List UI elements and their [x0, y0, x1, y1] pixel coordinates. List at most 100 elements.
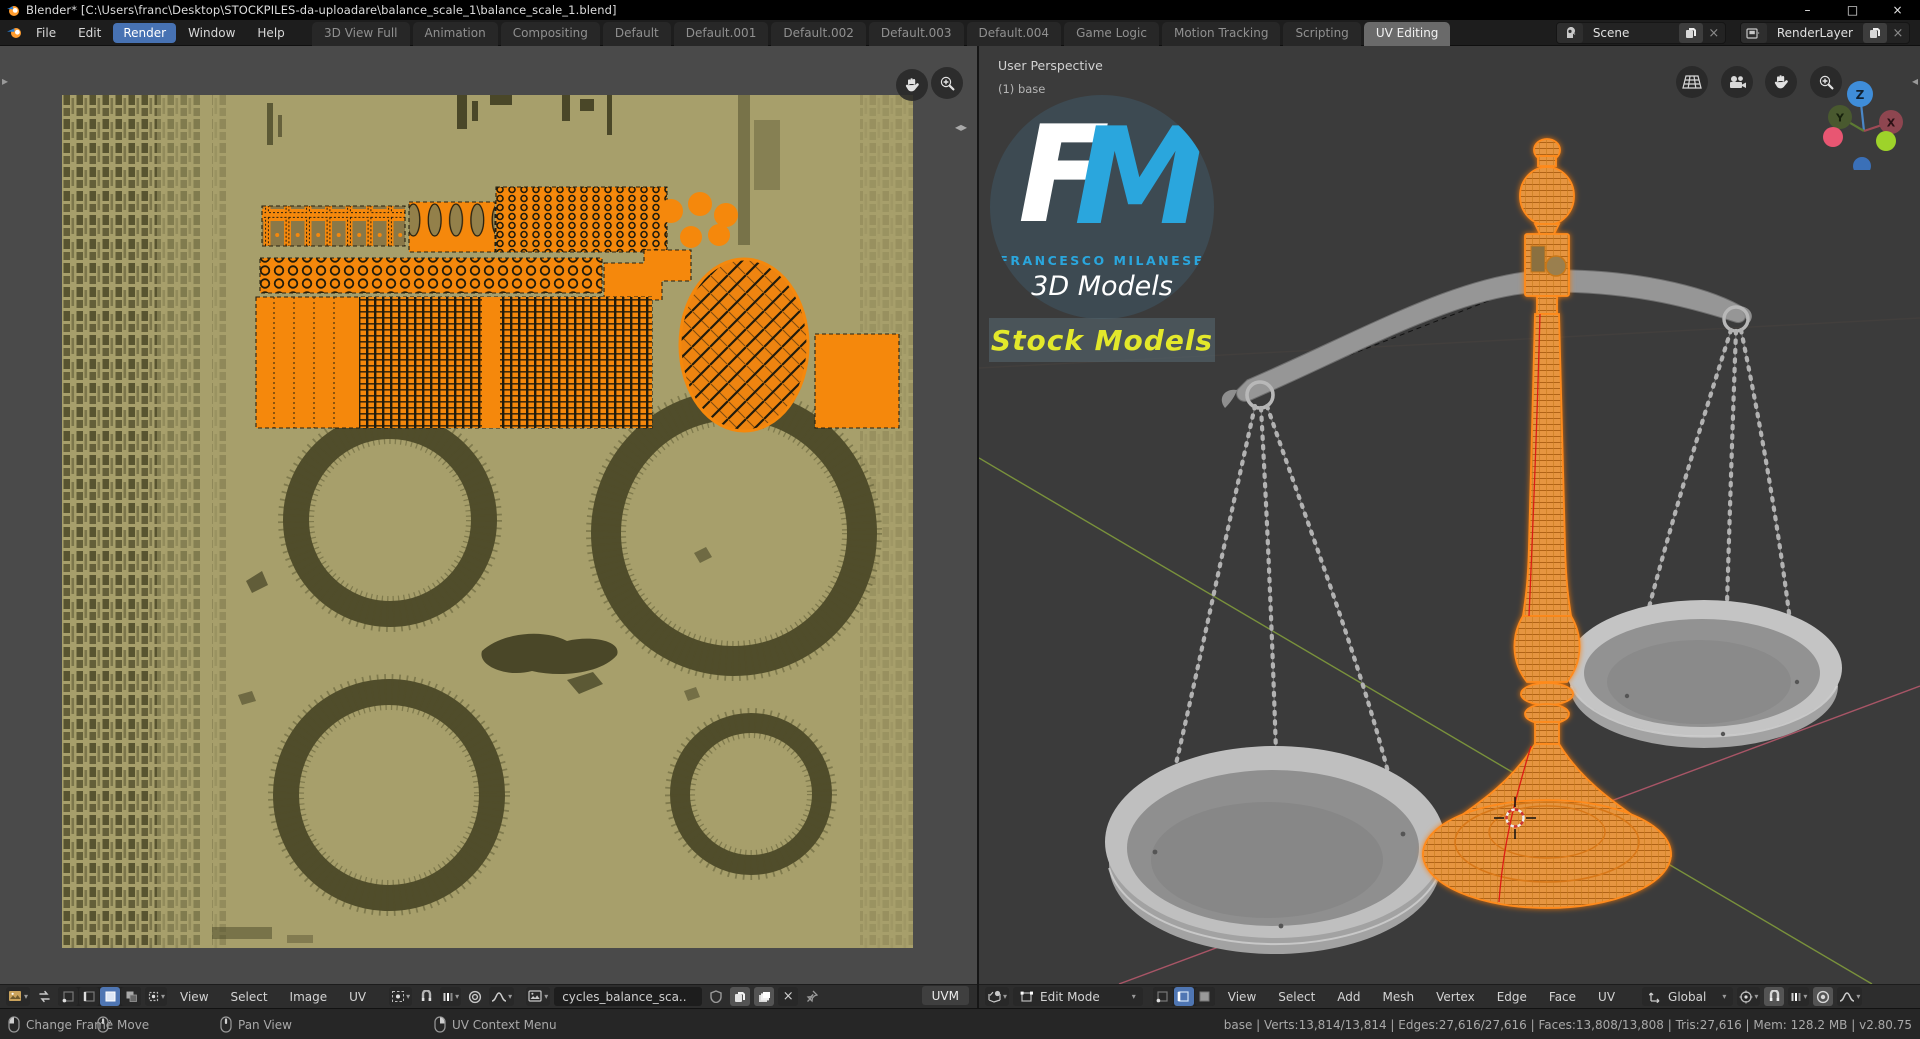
close-button[interactable]: × [1875, 0, 1920, 20]
mouse-middle-icon [97, 1016, 111, 1033]
view-menu-select[interactable]: Select [1269, 988, 1324, 1006]
scene-icon[interactable] [1556, 23, 1583, 43]
maximize-button[interactable]: □ [1830, 0, 1875, 20]
zoom-view-button[interactable] [931, 67, 963, 99]
gizmo-y-neg[interactable] [1876, 131, 1896, 151]
uv-map-name-tag[interactable]: UVM [921, 986, 969, 1005]
window-title: Blender* [C:\Users\franc\Desktop\STOCKPI… [26, 3, 617, 17]
uv-image[interactable] [62, 95, 913, 948]
uv-island-select-button[interactable] [121, 987, 142, 1006]
tab-default-001[interactable]: Default.001 [673, 22, 769, 46]
tab-default-004[interactable]: Default.004 [966, 22, 1062, 46]
tab-compositing[interactable]: Compositing [500, 22, 600, 46]
left-pan[interactable] [1105, 746, 1445, 954]
menu-render[interactable]: Render [113, 23, 177, 43]
render-layer-icon[interactable] [1740, 23, 1767, 43]
tab-default-003[interactable]: Default.003 [868, 22, 964, 46]
view-menu-face[interactable]: Face [1540, 988, 1585, 1006]
menu-help[interactable]: Help [247, 23, 294, 43]
proportional-edit-toggle[interactable] [1813, 987, 1834, 1006]
vertex-select-button[interactable] [1152, 987, 1173, 1006]
uv-editor-type-button[interactable]: ▾ [6, 987, 31, 1006]
blender-menu-icon[interactable] [6, 26, 24, 40]
uv-menu-select[interactable]: Select [222, 988, 277, 1006]
pack-image-button[interactable] [754, 987, 775, 1006]
uv-vertex-select-button[interactable] [58, 987, 79, 1006]
render-layer-name[interactable]: RenderLayer [1767, 26, 1863, 40]
pivot-point-dropdown[interactable]: ▾ [1737, 987, 1761, 1006]
tab-default[interactable]: Default [602, 22, 671, 46]
uv-falloff-dropdown[interactable]: ▾ [489, 987, 515, 1006]
snap-target-dropdown[interactable]: ▾ [1788, 987, 1810, 1006]
menu-window[interactable]: Window [178, 23, 245, 43]
render-layer-unlink-icon[interactable]: × [1887, 26, 1909, 41]
stock-models-badge: Stock Models [989, 318, 1215, 362]
pane-expand-arrow-right[interactable]: ◂ [1912, 74, 1918, 88]
fake-user-shield-button[interactable] [706, 987, 726, 1006]
pane-expand-arrow-left[interactable]: ▸ [2, 74, 8, 88]
image-name-field[interactable]: cycles_balance_sca.. [554, 987, 703, 1006]
right-pan[interactable] [1566, 600, 1842, 748]
pin-image-button[interactable] [802, 987, 822, 1006]
scene-unlink-icon[interactable]: × [1703, 26, 1725, 41]
navigation-gizmo[interactable]: Z Y X [1809, 60, 1919, 170]
uv-pivot-dropdown[interactable]: ▾ [389, 987, 413, 1006]
viewport-pan-button[interactable] [1765, 66, 1797, 98]
menu-file[interactable]: File [26, 23, 66, 43]
uv-proportional-edit-toggle[interactable] [465, 987, 485, 1006]
mode-dropdown[interactable]: Edit Mode ▾ [1013, 987, 1143, 1006]
scene-name[interactable]: Scene [1583, 26, 1679, 40]
transform-orientation-dropdown[interactable]: Global ▾ [1642, 987, 1734, 1006]
view-menu-mesh[interactable]: Mesh [1374, 988, 1424, 1006]
tab-motion-tracking[interactable]: Motion Tracking [1161, 22, 1281, 46]
snap-toggle[interactable] [1764, 987, 1785, 1006]
falloff-dropdown[interactable]: ▾ [1837, 987, 1863, 1006]
render-layer-copy-button[interactable] [1863, 23, 1887, 43]
unlink-image-button[interactable]: × [778, 987, 799, 1006]
uv-face-select-button[interactable] [100, 987, 121, 1006]
uv-editor-header: ▾ ▾ View Select Image UV ▾ ▾ ▾ ▾ cycles_… [0, 984, 977, 1008]
view-perspective-label: User Perspective [998, 58, 1103, 73]
tab-game-logic[interactable]: Game Logic [1064, 22, 1159, 46]
tab-default-002[interactable]: Default.002 [771, 22, 866, 46]
uv-menu-uv[interactable]: UV [340, 988, 375, 1006]
tab-3d-view-full[interactable]: 3D View Full [312, 22, 410, 46]
viewport-3d-pane[interactable]: User Perspective (1) base F M FRANCESCO … [979, 46, 1920, 1008]
viewport-editor-icon [988, 990, 1001, 1003]
uv-snap-toggle[interactable] [416, 987, 436, 1006]
uv-sticky-select-dropdown[interactable]: ▾ [145, 987, 168, 1006]
viewport-editor-type-button[interactable]: ▾ [985, 987, 1010, 1006]
uv-editor-pane[interactable]: ▸ ▾ ▾ View Select Image UV ▾ ▾ ▾ ▾ cycle… [0, 46, 977, 1008]
view-menu-vertex[interactable]: Vertex [1427, 988, 1484, 1006]
tab-uv-editing[interactable]: UV Editing [1363, 22, 1451, 46]
minimize-button[interactable]: – [1785, 0, 1830, 20]
gizmo-z-neg[interactable] [1853, 157, 1871, 170]
view-menu-uv[interactable]: UV [1589, 988, 1624, 1006]
title-bar: Blender* [C:\Users\franc\Desktop\STOCKPI… [0, 0, 1920, 20]
tab-scripting[interactable]: Scripting [1283, 22, 1361, 46]
svg-text:X: X [1887, 117, 1896, 130]
image-browse-button[interactable]: ▾ [526, 987, 551, 1006]
scene-copy-button[interactable] [1678, 23, 1703, 43]
uv-snap-target-dropdown[interactable]: ▾ [440, 987, 462, 1006]
toggle-perspective-button[interactable] [1676, 66, 1708, 98]
pan-view-button[interactable] [896, 69, 928, 101]
scene-selector: Scene × [1555, 22, 1726, 44]
edge-select-button[interactable] [1173, 987, 1194, 1006]
uv-sync-selection-toggle[interactable] [34, 987, 54, 1006]
face-select-button[interactable] [1194, 987, 1215, 1006]
mode-label: Edit Mode [1040, 989, 1100, 1004]
menu-edit[interactable]: Edit [68, 23, 111, 43]
gizmo-x-neg[interactable] [1823, 127, 1843, 147]
view-menu-edge[interactable]: Edge [1488, 988, 1536, 1006]
uv-menu-view[interactable]: View [171, 988, 217, 1006]
view-menu-view[interactable]: View [1219, 988, 1265, 1006]
pane-split-handle[interactable]: ◂▸ [955, 120, 967, 134]
view-menu-add[interactable]: Add [1328, 988, 1369, 1006]
tab-animation[interactable]: Animation [412, 22, 498, 46]
uv-edge-select-button[interactable] [79, 987, 100, 1006]
camera-view-button[interactable] [1721, 66, 1753, 98]
new-image-button[interactable] [730, 987, 751, 1006]
orientation-icon [1649, 992, 1660, 1003]
uv-menu-image[interactable]: Image [281, 988, 337, 1006]
